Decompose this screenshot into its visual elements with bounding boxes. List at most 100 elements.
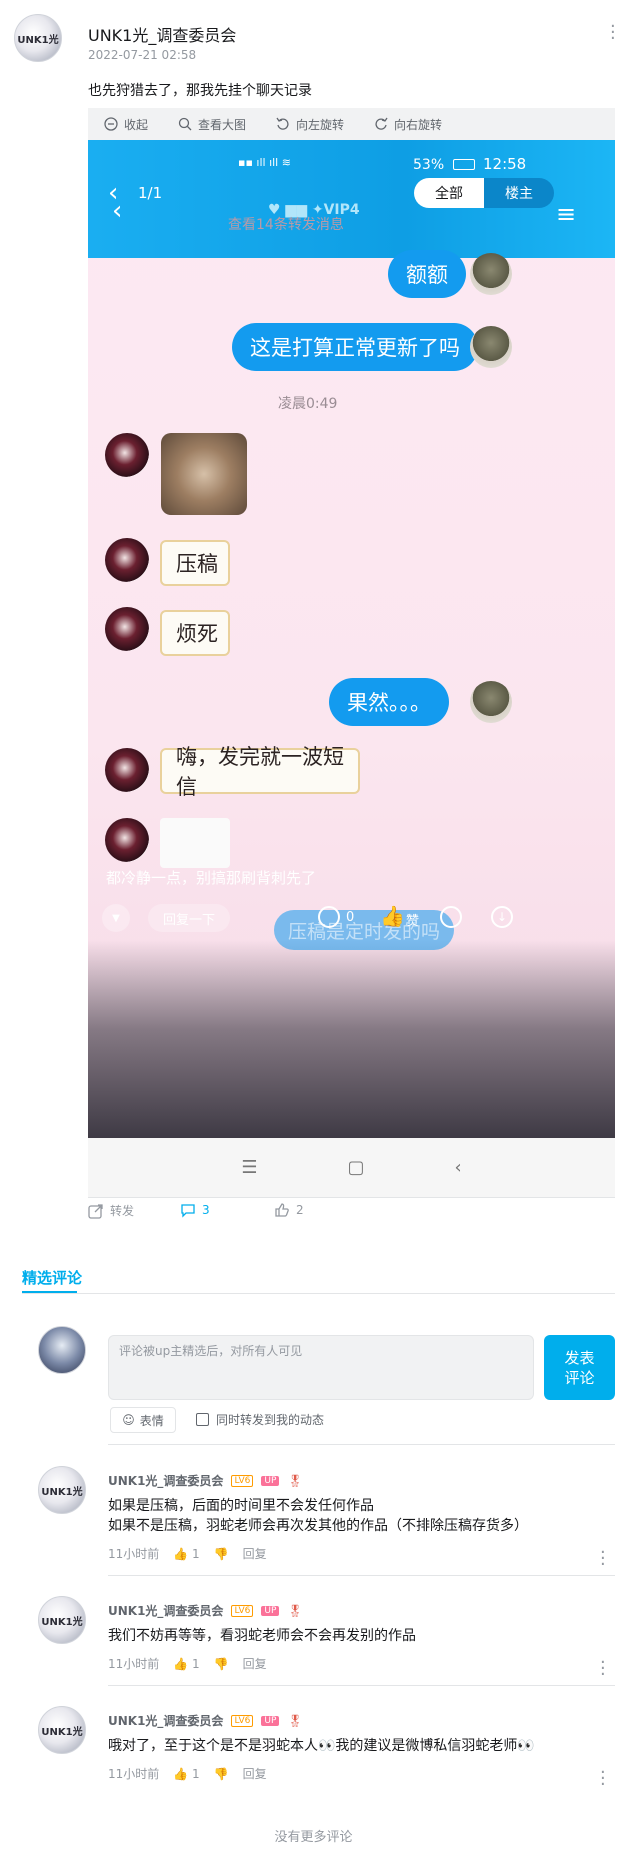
comment-header: UNK1光_调查委员会 LV6 UP 🎖 — [108, 1602, 303, 1619]
comment-line: 如果不是压稿，羽蛇老师会再次发其他的作品（不排除压稿存货多） — [108, 1518, 528, 1534]
share-icon — [88, 1203, 103, 1219]
filter-all-tab[interactable]: 全部 — [414, 178, 484, 208]
comments-count: 3 — [202, 1203, 210, 1217]
comment-avatar[interactable]: UNK1光 — [38, 1706, 86, 1754]
chat-avatar-girl-3 — [105, 607, 149, 651]
chat-avatar-girl-5 — [105, 818, 149, 862]
comment-icon[interactable] — [318, 906, 340, 928]
comment-like-count: 1 — [192, 1766, 200, 1781]
rotate-right-label: 向右旋转 — [394, 117, 443, 132]
reply-button[interactable]: 回复一下 — [148, 904, 230, 932]
download-icon[interactable]: ↓ — [491, 906, 513, 928]
comment-input[interactable]: 评论被up主精选后，对所有人可见 — [108, 1335, 534, 1400]
comment-avatar[interactable]: UNK1光 — [38, 1466, 86, 1514]
comment-line: 如果是压稿，后面的时间里不会发任何作品 — [108, 1498, 374, 1514]
comment-meta: 11小时前 👍 1 👎 回复 — [108, 1545, 267, 1562]
level-badge: LV6 — [231, 1474, 254, 1487]
chat-avatar-soldier-3 — [470, 681, 512, 723]
more-menu-icon[interactable]: · · · — [610, 18, 616, 48]
comment-like-button[interactable]: 👍 1 — [173, 1547, 199, 1561]
image-counter: 1/1 — [138, 184, 163, 202]
battery-percent: 53% — [413, 157, 445, 173]
comment-divider — [108, 1575, 615, 1576]
author-avatar[interactable]: UNK1光 — [14, 14, 62, 62]
collapse-circle-button[interactable]: ▼ — [102, 904, 130, 932]
view-large-button[interactable]: 查看大图 — [178, 116, 246, 133]
comments-button[interactable]: 3 — [180, 1202, 210, 1218]
chat-screenshot-image[interactable]: ▪▪ ıll ıll ≋ 53% 12:58 ‹ ‹ 1/1 ♥ ▆▆ ✦VIP… — [88, 140, 615, 1138]
comment-time: 11小时前 — [108, 1657, 160, 1671]
composer-divider — [108, 1444, 615, 1445]
chat-bubble-3: 果然。。。 — [329, 678, 449, 726]
like-icon[interactable]: 👍 — [380, 904, 405, 928]
comment-reply-button[interactable]: 回复 — [243, 1545, 267, 1562]
emoji-add-icon[interactable] — [440, 906, 462, 928]
thumbs-up-icon — [275, 1203, 289, 1217]
post-date: 2022-07-21 02:58 — [88, 48, 197, 62]
comment-more-icon[interactable]: · · · — [600, 1764, 606, 1794]
comment-author[interactable]: UNK1光_调查委员会 — [108, 1602, 223, 1619]
avatar-logo: UNK1光 — [17, 34, 59, 46]
comment-reply-button[interactable]: 回复 — [243, 1655, 267, 1672]
comment-more-icon[interactable]: · · · — [600, 1654, 606, 1684]
rotate-right-icon — [375, 117, 388, 130]
forward-button[interactable]: 转发 — [88, 1202, 134, 1219]
time-divider: 凌晨0:49 — [278, 396, 338, 412]
forward-hint: 查看14条转发消息 — [228, 217, 344, 233]
comment-more-icon[interactable]: · · · — [600, 1544, 606, 1574]
chat-sticker-1: 压稿 — [160, 540, 230, 586]
comment-meta: 11小时前 👍 1 👎 回复 — [108, 1655, 267, 1672]
avatar-logo: UNK1光 — [41, 1486, 83, 1498]
avatar-logo: UNK1光 — [41, 1726, 83, 1738]
like-button[interactable]: 2 — [274, 1202, 304, 1218]
phone-nav-bar: ☰ ▢ ‹ — [88, 1138, 615, 1198]
chat-avatar-soldier-2 — [470, 326, 512, 368]
tab-featured-comments[interactable]: 精选评论 — [22, 1267, 82, 1288]
comment-meta: 11小时前 👍 1 👎 回复 — [108, 1765, 267, 1782]
battery-icon — [453, 159, 475, 170]
comment-line: 我们不妨再等等，看羽蛇老师会不会再发别的作品 — [108, 1628, 416, 1644]
up-badge: UP — [261, 1715, 280, 1726]
rotate-right-button[interactable]: 向右旋转 — [374, 116, 442, 133]
comment-dislike-icon[interactable]: 👎 — [214, 1767, 229, 1781]
filter-owner-tab[interactable]: 楼主 — [484, 178, 554, 208]
tab-divider — [22, 1293, 615, 1294]
comment-count: 0 — [346, 910, 355, 925]
rotate-left-button[interactable]: 向左旋转 — [276, 116, 344, 133]
comment-dislike-icon[interactable]: 👎 — [214, 1547, 229, 1561]
comment-like-button[interactable]: 👍 1 — [173, 1657, 199, 1671]
post-comment-label: 发表评论 — [564, 1348, 595, 1387]
my-avatar[interactable] — [38, 1326, 86, 1374]
comment-avatar[interactable]: UNK1光 — [38, 1596, 86, 1644]
comment-divider — [108, 1685, 615, 1686]
chat-menu-icon[interactable]: ≡ — [556, 200, 576, 228]
comment-time: 11小时前 — [108, 1547, 160, 1561]
comment-like-button[interactable]: 👍 1 — [173, 1767, 199, 1781]
comment-reply-button[interactable]: 回复 — [243, 1765, 267, 1782]
comment-line: 哦对了，至于这个是不是羽蛇本人👀我的建议是微博私信羽蛇老师👀 — [108, 1738, 535, 1754]
collapse-button[interactable]: 收起 — [104, 116, 148, 133]
chat-avatar-girl-4 — [105, 748, 149, 792]
no-more-comments: 没有更多评论 — [274, 1830, 353, 1845]
comment-header: UNK1光_调查委员会 LV6 UP 🎖 — [108, 1712, 303, 1729]
chat-sticker-3: 嗨，发完就一波短信 — [160, 745, 360, 799]
chat-bubble-2: 这是打算正常更新了吗 — [232, 323, 478, 371]
author-name[interactable]: UNK1光_调查委员会 — [88, 22, 236, 46]
comment-author[interactable]: UNK1光_调查委员会 — [108, 1472, 223, 1489]
emoji-button[interactable]: ☺ 表情 — [110, 1407, 176, 1433]
collapse-label: 收起 — [124, 117, 149, 132]
image-viewer-toolbar: 收起 查看大图 向左旋转 向右旋转 — [88, 108, 615, 140]
view-large-label: 查看大图 — [198, 117, 247, 132]
medal-icon: 🎖 — [287, 1713, 303, 1728]
post-comment-button[interactable]: 发表评论 — [544, 1335, 615, 1400]
level-badge: LV6 — [231, 1604, 254, 1617]
medal-icon: 🎖 — [287, 1603, 303, 1618]
up-badge: UP — [261, 1475, 280, 1486]
hamster-image — [161, 433, 247, 515]
up-badge: UP — [261, 1605, 280, 1616]
rotate-left-label: 向左旋转 — [296, 117, 345, 132]
comment-author[interactable]: UNK1光_调查委员会 — [108, 1712, 223, 1729]
status-time: 12:58 — [483, 155, 527, 173]
sync-forward-checkbox[interactable] — [196, 1413, 209, 1426]
comment-dislike-icon[interactable]: 👎 — [214, 1657, 229, 1671]
